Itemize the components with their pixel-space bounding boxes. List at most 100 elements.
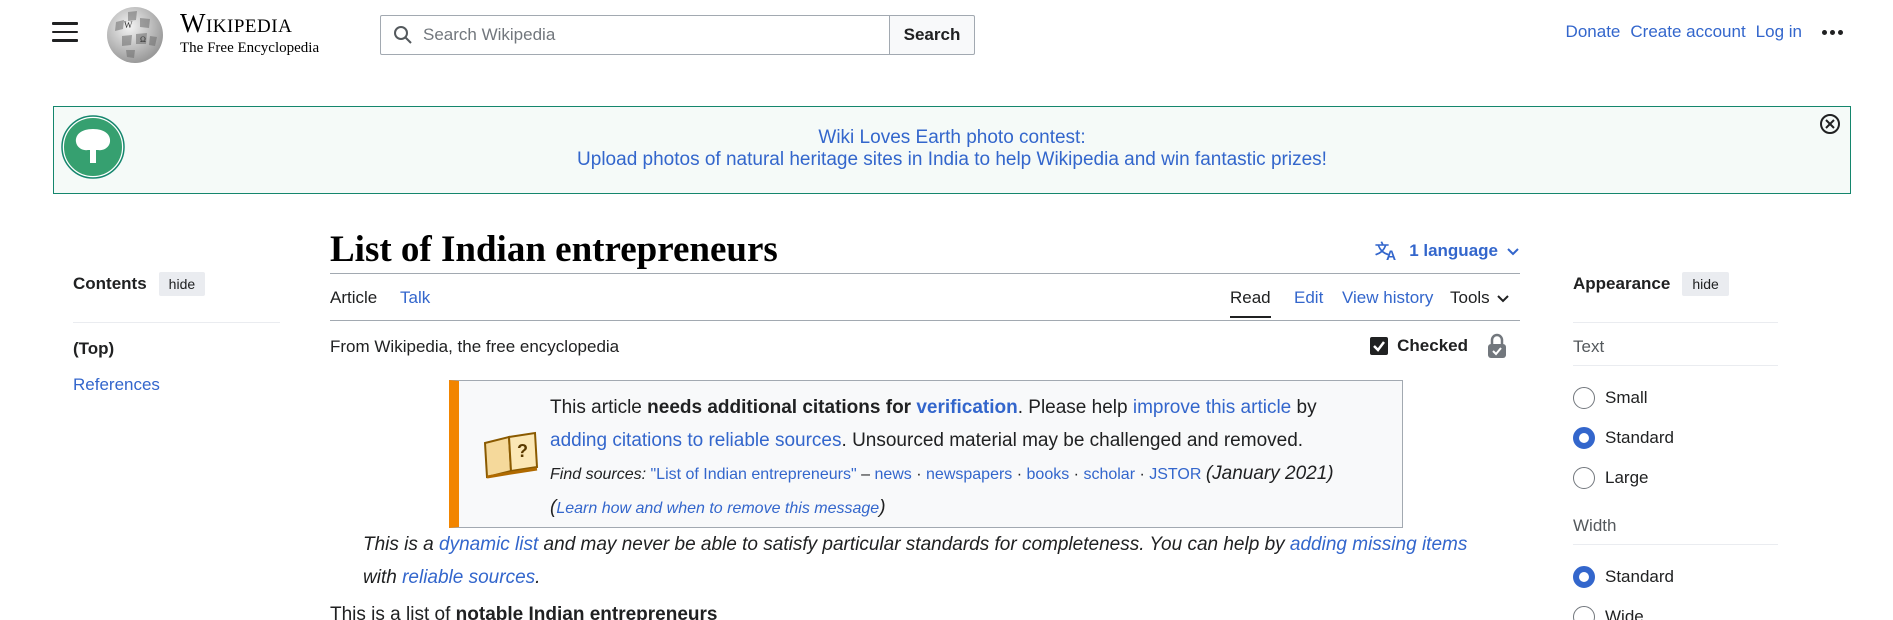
subtitle-row: From Wikipedia, the free encyclopedia Ch… [330, 321, 1520, 371]
tools-label: Tools [1450, 288, 1490, 307]
tab-edit[interactable]: Edit [1294, 288, 1323, 308]
page-tabs: Article Talk Read Edit View history Tool… [330, 274, 1520, 321]
radio-large[interactable] [1573, 467, 1595, 489]
learn-remove-link[interactable]: Learn how and when to remove this messag… [556, 500, 879, 517]
notice-date: (January 2021) [1205, 463, 1334, 484]
wikipedia-wordmark[interactable]: Wikipedia The Free Encyclopedia [180, 8, 319, 57]
main-content: List of Indian entrepreneurs 文A 1 langua… [330, 220, 1520, 620]
appearance-panel: Appearance hide Text Small Standard Larg… [1573, 272, 1778, 620]
radio-small[interactable] [1573, 387, 1595, 409]
menu-icon[interactable] [52, 22, 78, 44]
separator: · [911, 466, 927, 483]
text-size-option-large[interactable]: Large [1573, 458, 1778, 498]
tools-menu[interactable]: Tools [1450, 288, 1510, 308]
notice-text-part: . Please help [1017, 397, 1133, 418]
width-option-wide[interactable]: Wide [1573, 597, 1778, 620]
toc-item-references[interactable]: References [73, 375, 160, 394]
search-button[interactable]: Search [889, 15, 975, 55]
separator: · [1012, 466, 1027, 483]
site-tagline: From Wikipedia, the free encyclopedia [330, 337, 620, 356]
radio-width-standard[interactable] [1573, 566, 1595, 588]
svg-text:Ω: Ω [140, 35, 146, 44]
dynamic-list-link[interactable]: dynamic list [439, 534, 538, 555]
text-size-option-standard[interactable]: Standard [1573, 418, 1778, 458]
checked-label: Checked [1397, 336, 1468, 355]
notice-text-part: . Unsourced material may be challenged a… [841, 430, 1304, 451]
svg-text:?: ? [517, 441, 528, 461]
find-sources-scholar-link[interactable]: scholar [1083, 466, 1135, 483]
note-text: This is a [363, 534, 440, 555]
option-label: Standard [1605, 428, 1674, 447]
log-in-link[interactable]: Log in [1756, 22, 1802, 42]
option-label: Small [1605, 388, 1648, 407]
banner-line-1[interactable]: Wiki Loves Earth photo contest: [818, 127, 1085, 148]
radio-width-wide[interactable] [1573, 606, 1595, 620]
adding-citations-link[interactable]: adding citations to reliable sources [550, 430, 842, 451]
find-sources-query-link[interactable]: "List of Indian entrepreneurs" [650, 466, 856, 483]
tab-read[interactable]: Read [1230, 288, 1271, 318]
notice-text: This article needs additional citations … [550, 391, 1400, 525]
book-question-icon: ? [483, 431, 539, 479]
find-sources-row: Find sources: "List of Indian entreprene… [550, 457, 1400, 491]
lock-icon[interactable] [1486, 333, 1508, 359]
radio-standard[interactable] [1573, 427, 1595, 449]
lead-text: This is a list of [330, 604, 456, 620]
find-sources-books-link[interactable]: books [1027, 466, 1070, 483]
tab-talk[interactable]: Talk [400, 288, 430, 308]
note-text: with [363, 567, 403, 588]
translate-icon: 文A [1375, 241, 1396, 262]
lead-paragraph: This is a list of notable Indian entrepr… [330, 604, 717, 620]
toc-hide-button[interactable]: hide [158, 272, 206, 296]
chevron-down-icon [1496, 295, 1509, 303]
close-icon[interactable] [1819, 113, 1841, 135]
appearance-hide-button[interactable]: hide [1682, 272, 1729, 296]
note-text: and may never be able to satisfy particu… [538, 534, 1290, 555]
language-button[interactable]: 文A 1 language [1375, 240, 1520, 262]
toc-title: Contents [73, 274, 147, 293]
search-field[interactable] [380, 15, 890, 55]
flagged-revs-indicator[interactable]: Checked [1369, 333, 1508, 359]
appearance-header: Appearance hide [1573, 272, 1778, 323]
svg-text:W: W [124, 20, 133, 30]
separator: · [1069, 466, 1084, 483]
text-size-option-small[interactable]: Small [1573, 378, 1778, 418]
language-label: 1 language [1409, 241, 1498, 260]
learn-row: (Learn how and when to remove this messa… [550, 491, 1400, 525]
banner-line-2[interactable]: Upload photos of natural heritage sites … [577, 149, 1327, 170]
donate-link[interactable]: Donate [1566, 22, 1621, 42]
width-label: Width [1573, 516, 1778, 545]
tab-article[interactable]: Article [330, 288, 377, 308]
dynamic-list-note: This is a dynamic list and may never be … [363, 528, 1503, 594]
create-account-link[interactable]: Create account [1630, 22, 1745, 42]
lead-bold: notable Indian entrepreneurs [455, 604, 718, 620]
tab-view-history[interactable]: View history [1342, 288, 1433, 308]
wordmark-tagline: The Free Encyclopedia [180, 40, 320, 56]
verification-link[interactable]: verification [916, 397, 1017, 418]
search-icon [394, 26, 412, 44]
improve-article-link[interactable]: improve this article [1133, 397, 1291, 418]
find-sources-dash: – [856, 466, 875, 483]
wikipedia-globe-logo[interactable]: W Ω [102, 4, 168, 66]
separator: · [1135, 466, 1150, 483]
find-sources-jstor-link[interactable]: JSTOR [1149, 466, 1201, 483]
adding-missing-items-link[interactable]: adding missing items [1290, 534, 1467, 555]
search-input[interactable] [423, 25, 863, 45]
wordmark-title: Wikipedia [180, 8, 293, 38]
page-title: List of Indian entrepreneurs [330, 229, 778, 270]
more-icon[interactable] [1822, 29, 1843, 35]
notice-text-part: by [1291, 397, 1317, 418]
reliable-sources-link[interactable]: reliable sources [402, 567, 535, 588]
notice-text-bold: needs additional citations for [647, 397, 917, 418]
user-links: Donate Create account Log in [1566, 22, 1843, 42]
find-sources-label: Find sources: [550, 466, 651, 483]
find-sources-news-link[interactable]: news [874, 466, 911, 483]
toc-item-top[interactable]: (Top) [73, 339, 280, 359]
text-size-label: Text [1573, 337, 1778, 366]
paren: ) [879, 497, 886, 518]
header: W Ω Wikipedia The Free Encyclopedia Sear… [0, 0, 1893, 68]
title-row: List of Indian entrepreneurs 文A 1 langua… [330, 220, 1520, 274]
width-option-standard[interactable]: Standard [1573, 557, 1778, 597]
find-sources-newspapers-link[interactable]: newspapers [926, 466, 1012, 483]
toc-header: Contents hide [73, 272, 280, 323]
chevron-down-icon [1507, 248, 1519, 256]
